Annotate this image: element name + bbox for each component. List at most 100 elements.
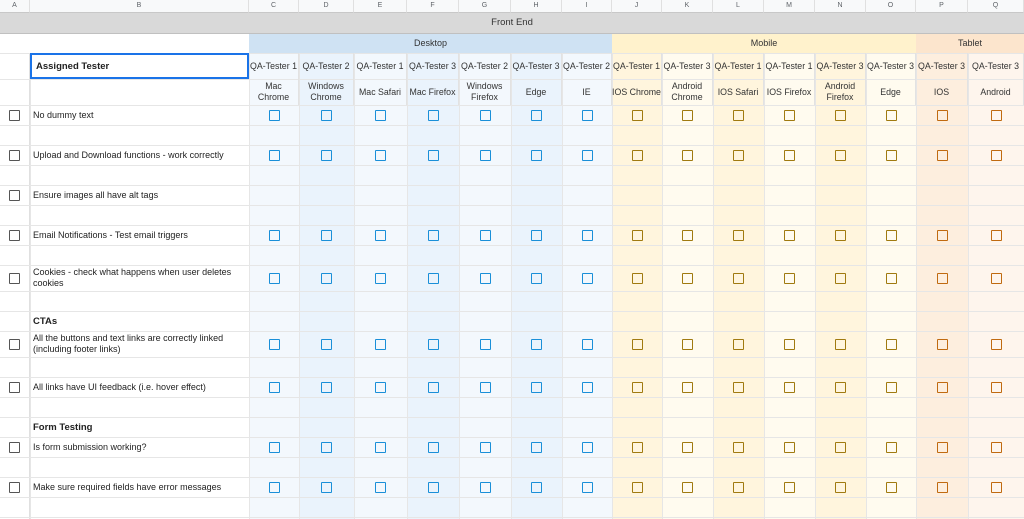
column-header-m[interactable]: M <box>764 0 815 13</box>
test-checkbox[interactable] <box>531 338 542 350</box>
column-header-i[interactable]: I <box>562 0 612 13</box>
column-header-j[interactable]: J <box>612 0 662 13</box>
test-checkbox[interactable] <box>990 338 1002 350</box>
test-checkbox[interactable] <box>733 109 744 121</box>
test-checkbox[interactable] <box>990 381 1002 393</box>
column-header-l[interactable]: L <box>713 0 764 13</box>
test-checkbox[interactable] <box>835 338 846 350</box>
test-checkbox[interactable] <box>682 381 693 393</box>
column-header-d[interactable]: D <box>299 0 354 13</box>
test-checkbox[interactable] <box>885 381 897 393</box>
test-checkbox[interactable] <box>321 338 332 350</box>
column-header-a[interactable]: A <box>0 0 30 13</box>
test-checkbox[interactable] <box>682 481 693 493</box>
test-checkbox[interactable] <box>479 229 491 241</box>
test-checkbox[interactable] <box>531 149 542 161</box>
test-checkbox[interactable] <box>631 441 643 453</box>
test-checkbox[interactable] <box>268 481 280 493</box>
test-checkbox[interactable] <box>531 381 542 393</box>
column-header-h[interactable]: H <box>511 0 562 13</box>
test-checkbox[interactable] <box>375 481 386 493</box>
test-checkbox[interactable] <box>581 338 593 350</box>
test-checkbox[interactable] <box>427 381 439 393</box>
task-checkbox[interactable] <box>9 381 20 393</box>
test-checkbox[interactable] <box>936 338 948 350</box>
test-checkbox[interactable] <box>936 229 948 241</box>
task-checkbox[interactable] <box>9 189 20 201</box>
test-checkbox[interactable] <box>835 381 846 393</box>
test-checkbox[interactable] <box>631 338 643 350</box>
test-checkbox[interactable] <box>936 272 948 284</box>
task-checkbox[interactable] <box>9 272 20 284</box>
test-checkbox[interactable] <box>427 441 439 453</box>
test-checkbox[interactable] <box>733 338 744 350</box>
test-checkbox[interactable] <box>375 441 386 453</box>
test-checkbox[interactable] <box>321 149 332 161</box>
test-checkbox[interactable] <box>885 338 897 350</box>
test-checkbox[interactable] <box>784 149 795 161</box>
column-header-p[interactable]: P <box>916 0 968 13</box>
test-checkbox[interactable] <box>427 229 439 241</box>
test-checkbox[interactable] <box>321 109 332 121</box>
test-checkbox[interactable] <box>268 381 280 393</box>
test-checkbox[interactable] <box>375 272 386 284</box>
task-checkbox[interactable] <box>9 149 20 161</box>
test-checkbox[interactable] <box>531 481 542 493</box>
task-checkbox[interactable] <box>9 109 20 121</box>
test-checkbox[interactable] <box>581 481 593 493</box>
test-checkbox[interactable] <box>784 109 795 121</box>
test-checkbox[interactable] <box>784 381 795 393</box>
test-checkbox[interactable] <box>581 441 593 453</box>
task-checkbox[interactable] <box>9 338 20 350</box>
assigned-tester-cell[interactable]: Assigned Tester <box>30 53 249 79</box>
test-checkbox[interactable] <box>733 381 744 393</box>
test-checkbox[interactable] <box>531 229 542 241</box>
test-checkbox[interactable] <box>885 272 897 284</box>
test-checkbox[interactable] <box>375 149 386 161</box>
test-checkbox[interactable] <box>784 229 795 241</box>
test-checkbox[interactable] <box>990 481 1002 493</box>
test-checkbox[interactable] <box>631 109 643 121</box>
column-header-e[interactable]: E <box>354 0 407 13</box>
column-header-o[interactable]: O <box>866 0 916 13</box>
test-checkbox[interactable] <box>479 272 491 284</box>
column-header-g[interactable]: G <box>459 0 511 13</box>
test-checkbox[interactable] <box>631 149 643 161</box>
test-checkbox[interactable] <box>479 381 491 393</box>
column-header-q[interactable]: Q <box>968 0 1024 13</box>
column-header-f[interactable]: F <box>407 0 459 13</box>
test-checkbox[interactable] <box>835 481 846 493</box>
test-checkbox[interactable] <box>936 441 948 453</box>
test-checkbox[interactable] <box>427 481 439 493</box>
test-checkbox[interactable] <box>733 481 744 493</box>
test-checkbox[interactable] <box>321 441 332 453</box>
test-checkbox[interactable] <box>268 272 280 284</box>
test-checkbox[interactable] <box>682 272 693 284</box>
test-checkbox[interactable] <box>479 481 491 493</box>
test-checkbox[interactable] <box>531 272 542 284</box>
test-checkbox[interactable] <box>936 481 948 493</box>
test-checkbox[interactable] <box>631 481 643 493</box>
test-checkbox[interactable] <box>835 441 846 453</box>
test-checkbox[interactable] <box>784 272 795 284</box>
test-checkbox[interactable] <box>375 229 386 241</box>
test-checkbox[interactable] <box>268 149 280 161</box>
test-checkbox[interactable] <box>990 149 1002 161</box>
test-checkbox[interactable] <box>784 441 795 453</box>
test-checkbox[interactable] <box>268 338 280 350</box>
test-checkbox[interactable] <box>321 381 332 393</box>
test-checkbox[interactable] <box>631 272 643 284</box>
test-checkbox[interactable] <box>936 109 948 121</box>
test-checkbox[interactable] <box>479 149 491 161</box>
test-checkbox[interactable] <box>581 229 593 241</box>
test-checkbox[interactable] <box>581 272 593 284</box>
test-checkbox[interactable] <box>885 441 897 453</box>
test-checkbox[interactable] <box>631 381 643 393</box>
test-checkbox[interactable] <box>835 149 846 161</box>
test-checkbox[interactable] <box>268 109 280 121</box>
test-checkbox[interactable] <box>835 109 846 121</box>
test-checkbox[interactable] <box>581 109 593 121</box>
test-checkbox[interactable] <box>990 441 1002 453</box>
test-checkbox[interactable] <box>990 109 1002 121</box>
test-checkbox[interactable] <box>682 229 693 241</box>
